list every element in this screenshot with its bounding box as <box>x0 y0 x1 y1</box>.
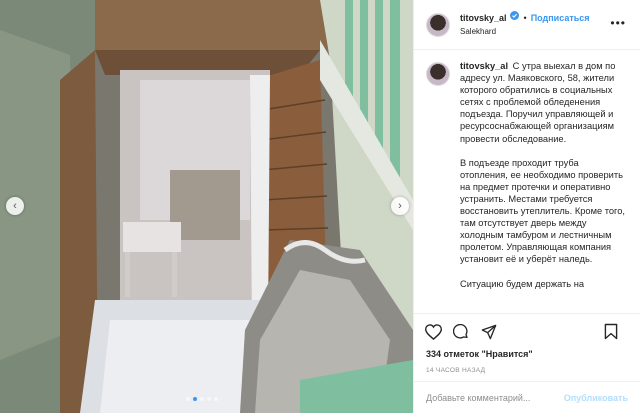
post-photo[interactable]: ‹ › <box>0 0 413 413</box>
action-bar <box>414 313 640 349</box>
likes-count[interactable]: 334 отметок "Нравится" <box>414 349 640 363</box>
avatar[interactable] <box>426 12 450 37</box>
comment-button[interactable] <box>452 323 470 341</box>
post-container: ‹ › titovsky_al • Подписаться Salekhard … <box>0 0 640 413</box>
more-dots-icon[interactable]: ••• <box>610 16 626 30</box>
header-line: titovsky_al • Подписаться <box>460 10 590 25</box>
caption-username[interactable]: titovsky_al <box>460 61 508 71</box>
caption-text: С утра выехал в дом по адресу ул. Маяков… <box>460 61 616 144</box>
heart-icon <box>424 323 442 340</box>
carousel-dot <box>214 397 218 401</box>
post-timestamp[interactable]: 14 ЧАСОВ НАЗАД <box>414 363 640 381</box>
photo-image <box>0 0 413 413</box>
caption-avatar[interactable] <box>426 62 450 86</box>
next-slide-button[interactable]: › <box>391 197 409 215</box>
add-comment-bar: Опубликовать <box>414 381 640 413</box>
post-header: titovsky_al • Подписаться Salekhard ••• <box>414 0 640 50</box>
carousel-dot <box>200 397 204 401</box>
chevron-left-icon: ‹ <box>13 200 17 212</box>
publish-button[interactable]: Опубликовать <box>564 393 628 403</box>
separator-dot: • <box>523 12 527 23</box>
carousel-indicator <box>186 397 218 401</box>
location-link[interactable]: Salekhard <box>460 25 590 39</box>
verified-badge-icon <box>509 10 519 25</box>
caption-paragraph: В подъезде проходит труба отопления, ее … <box>460 157 625 265</box>
carousel-dot <box>193 397 197 401</box>
share-button[interactable] <box>480 323 498 341</box>
caption: titovsky_al С утра выехал в дом по адрес… <box>460 60 628 303</box>
caption-paragraph: titovsky_al С утра выехал в дом по адрес… <box>460 60 628 145</box>
chevron-right-icon: › <box>398 200 402 212</box>
save-button[interactable] <box>602 323 620 341</box>
username-link[interactable]: titovsky_al <box>460 11 507 25</box>
carousel-dot <box>186 397 190 401</box>
caption-paragraph: Ситуацию будем держать на <box>460 278 585 289</box>
previous-slide-button[interactable]: ‹ <box>6 197 24 215</box>
post-side-panel: titovsky_al • Подписаться Salekhard ••• … <box>413 0 640 413</box>
share-icon <box>481 324 497 339</box>
comments-area: titovsky_al С утра выехал в дом по адрес… <box>414 50 640 313</box>
like-button[interactable] <box>424 323 442 341</box>
comment-icon <box>453 323 468 339</box>
header-text: titovsky_al • Подписаться Salekhard <box>460 10 590 39</box>
bookmark-icon <box>604 323 618 340</box>
comment-input[interactable] <box>426 392 564 403</box>
carousel-dot <box>207 397 211 401</box>
follow-button[interactable]: Подписаться <box>531 11 590 25</box>
